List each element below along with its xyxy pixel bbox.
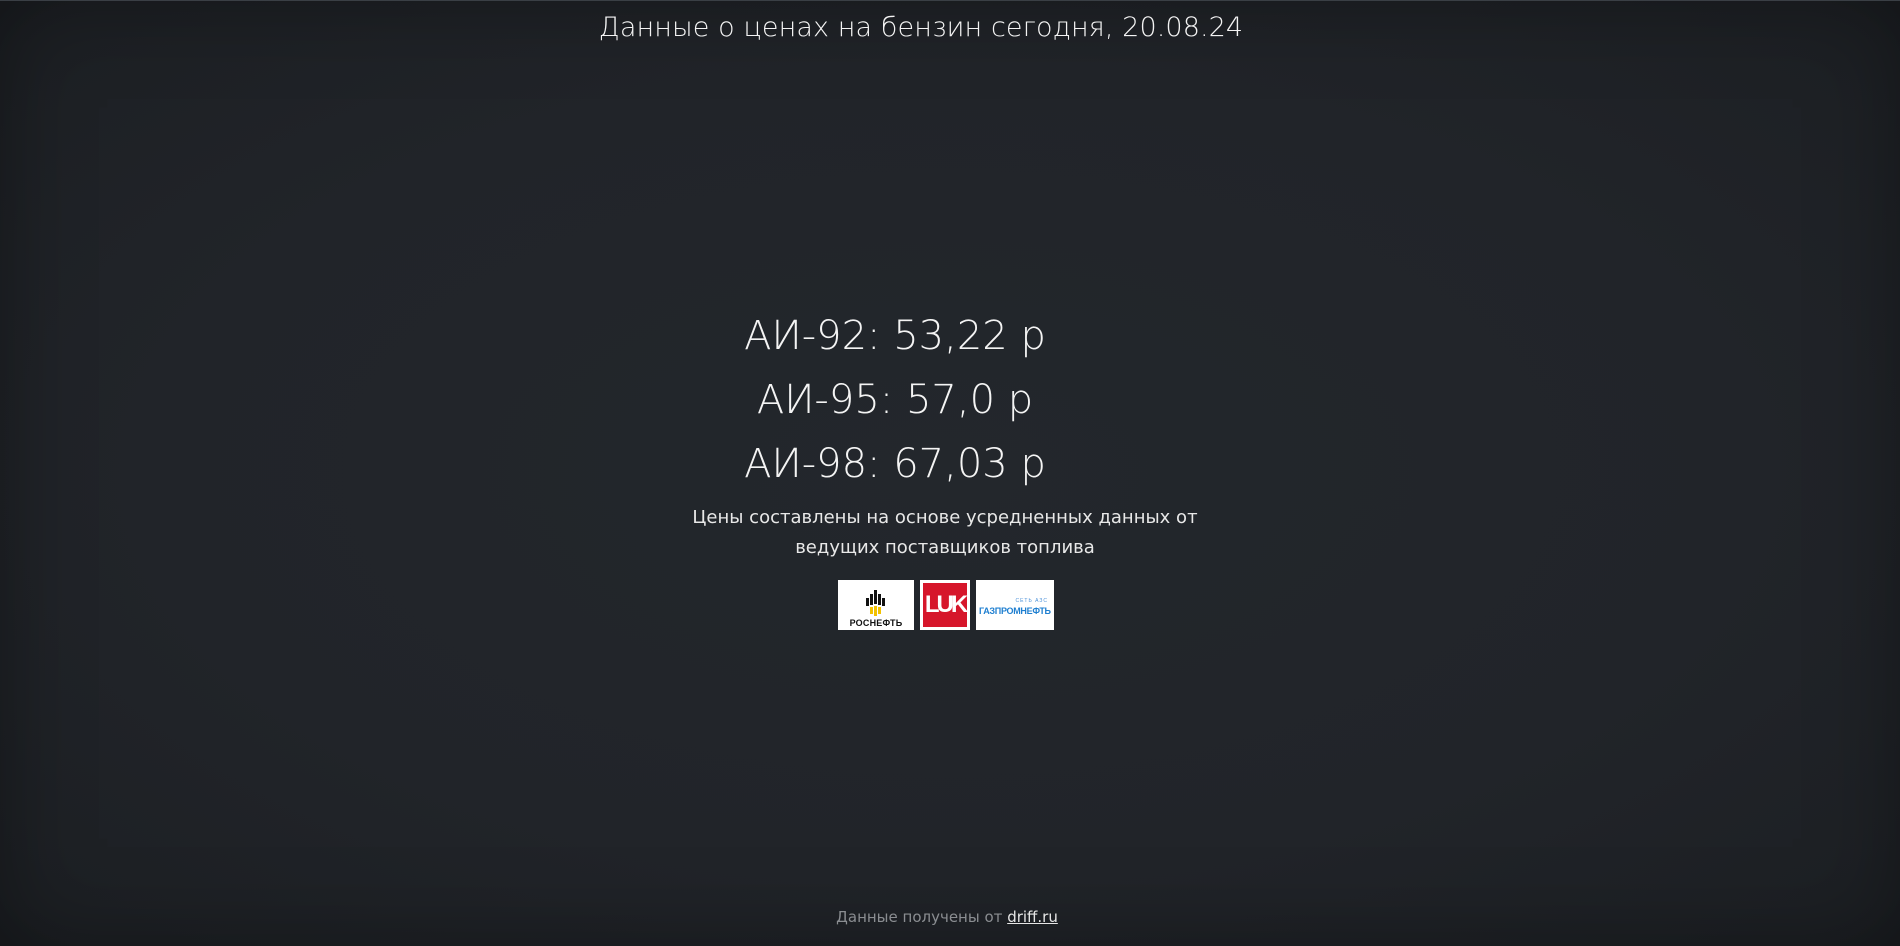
price-ai-95: АИ-95: 57,0 р — [756, 377, 1034, 423]
gazprom-tagline: СЕТЬ АЗС — [1015, 598, 1048, 604]
rosneft-name: РОСНЕФТЬ — [849, 618, 903, 628]
supplier-logos: РОСНЕФТЬ LUK СЕТЬ АЗС ГАЗПРОМНЕФТЬ — [838, 580, 1054, 630]
prices-note: Цены составлены на основе усредненных да… — [692, 507, 1198, 558]
footer-prefix: Данные получены от — [836, 908, 1003, 926]
price-ai-92: АИ-92: 53,22 р — [744, 313, 1046, 359]
footer: Данные получены от driff.ru — [0, 908, 1897, 926]
price-ai-98: АИ-98: 67,03 р — [744, 441, 1046, 487]
rosneft-emblem-icon — [866, 590, 885, 616]
lukoil-emblem-icon: LUK — [923, 583, 968, 627]
source-link[interactable]: driff.ru — [1007, 908, 1058, 926]
gazprom-name: ГАЗПРОМНЕФТЬ — [979, 606, 1051, 616]
page-title: Данные о ценах на бензин сегодня, 20.08.… — [598, 12, 1244, 43]
lukoil-logo: LUK — [920, 580, 970, 630]
rosneft-logo: РОСНЕФТЬ — [838, 580, 914, 630]
gazpromneft-logo: СЕТЬ АЗС ГАЗПРОМНЕФТЬ — [976, 580, 1054, 630]
top-border — [0, 0, 1900, 1]
price-list: АИ-92: 53,22 р АИ-95: 57,0 р АИ-98: 67,0… — [0, 304, 1845, 496]
